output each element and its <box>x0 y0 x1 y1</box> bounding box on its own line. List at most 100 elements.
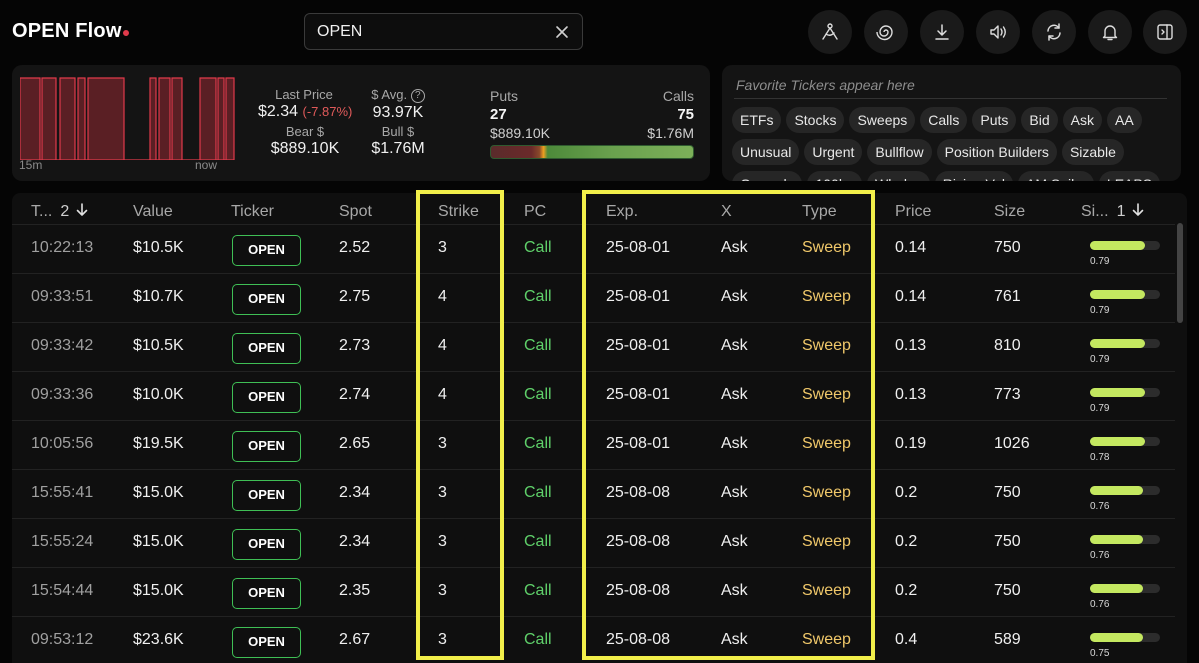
header-size[interactable]: Size <box>994 203 1025 221</box>
sizable-score-fill <box>1090 339 1146 348</box>
time-cell: 15:55:24 <box>31 533 94 550</box>
ticker-badge[interactable]: OPEN <box>232 235 301 266</box>
header-exp[interactable]: Exp. <box>606 203 638 221</box>
filter-chip[interactable]: 100k+ <box>807 171 863 181</box>
header-x[interactable]: X <box>721 203 732 221</box>
sizable-score-fill <box>1090 486 1144 495</box>
refresh-button[interactable] <box>1032 10 1076 54</box>
table-row[interactable]: 15:55:24 $15.0K 2.34 3 Call 25-08-08 Ask Sweep 0… <box>12 518 1175 567</box>
summary-panel: 15m now Last Price $2.34 (-7.87%) $ Avg.… <box>12 65 710 181</box>
calls-label: Calls <box>662 88 694 104</box>
put-call-cell: Call <box>524 337 552 354</box>
ticker-search-input[interactable] <box>317 14 537 49</box>
table-row[interactable]: 15:55:41 $15.0K 2.34 3 Call 25-08-08 Ask Sweep 0… <box>12 469 1175 518</box>
sound-button[interactable] <box>976 10 1020 54</box>
spiral-tool-button[interactable] <box>864 10 908 54</box>
time-cell: 10:22:13 <box>31 239 94 256</box>
strike-cell: 3 <box>438 631 447 648</box>
sizable-score-value: 0.79 <box>1090 305 1110 316</box>
size-cell: 750 <box>994 533 1021 550</box>
filter-chip[interactable]: AA <box>1107 107 1142 133</box>
filter-chip[interactable]: Ask <box>1062 107 1102 133</box>
sizable-score-value: 0.76 <box>1090 501 1110 512</box>
header-sizable[interactable]: Si... 1 <box>1081 203 1145 221</box>
filter-chip[interactable]: Rising Vol <box>934 171 1013 181</box>
chart-tool-button[interactable] <box>808 10 852 54</box>
ticker-badge[interactable]: OPEN <box>232 627 301 658</box>
table-row[interactable]: 10:05:56 $19.5K 2.65 3 Call 25-08-01 Ask Sweep 0… <box>12 420 1175 469</box>
ticker-badge[interactable]: OPEN <box>232 431 301 462</box>
table-row[interactable]: 09:33:51 $10.7K 2.75 4 Call 25-08-01 Ask Sweep 0… <box>12 273 1175 322</box>
arrow-down-icon[interactable] <box>1131 203 1145 217</box>
ticker-badge[interactable]: OPEN <box>232 529 301 560</box>
favorites-divider <box>734 98 1167 99</box>
filter-chip[interactable]: Calls <box>920 107 968 133</box>
header-price[interactable]: Price <box>895 203 931 221</box>
value-cell: $15.0K <box>133 484 184 501</box>
favorites-placeholder: Favorite Tickers appear here <box>736 77 915 93</box>
size-cell: 589 <box>994 631 1021 648</box>
type-cell: Sweep <box>802 582 851 599</box>
notifications-button[interactable] <box>1088 10 1132 54</box>
type-cell: Sweep <box>802 288 851 305</box>
table-row[interactable]: 09:53:12 $23.6K 2.67 3 Call 25-08-08 Ask Sweep 0… <box>12 616 1175 663</box>
filter-chip[interactable]: Bullflow <box>867 139 932 165</box>
price-cell: 0.4 <box>895 631 918 648</box>
puts-label: Puts <box>490 88 519 104</box>
filter-chip[interactable]: Stocks <box>786 107 845 133</box>
header-pc[interactable]: PC <box>524 203 546 221</box>
header-type[interactable]: Type <box>802 203 837 221</box>
expiration-cell: 25-08-08 <box>606 533 671 550</box>
ticker-badge[interactable]: OPEN <box>232 578 301 609</box>
ticker-search[interactable] <box>304 13 583 50</box>
panel-toggle-button[interactable] <box>1143 10 1187 54</box>
filter-chip[interactable]: AM Spike <box>1017 171 1094 181</box>
filter-chip[interactable]: Whales <box>867 171 930 181</box>
header-ticker[interactable]: Ticker <box>231 203 274 221</box>
table-row[interactable]: 09:33:42 $10.5K 2.73 4 Call 25-08-01 Ask Sweep 0… <box>12 322 1175 371</box>
side-cell: Ask <box>721 582 748 599</box>
sizable-score-value: 0.79 <box>1090 403 1110 414</box>
avg-value: 93.97K <box>372 104 424 121</box>
type-cell: Sweep <box>802 631 851 648</box>
header-spot[interactable]: Spot <box>339 203 372 221</box>
table-scrollbar[interactable] <box>1177 223 1183 323</box>
filter-chip[interactable]: Unusual <box>732 139 800 165</box>
filter-chip[interactable]: Sweeps <box>849 107 916 133</box>
header-time[interactable]: T... 2 <box>31 203 89 221</box>
arrow-down-icon[interactable] <box>75 203 89 217</box>
size-cell: 750 <box>994 484 1021 501</box>
bull-value: $1.76M <box>371 140 425 157</box>
help-icon[interactable]: ? <box>410 89 425 103</box>
table-row[interactable]: 10:22:13 $10.5K 2.52 3 Call 25-08-01 Ask Sweep 0… <box>12 224 1175 273</box>
ticker-badge[interactable]: OPEN <box>232 382 301 413</box>
ticker-badge[interactable]: OPEN <box>232 333 301 364</box>
filter-chip[interactable]: Bid <box>1021 107 1058 133</box>
side-cell: Ask <box>721 288 748 305</box>
expiration-cell: 25-08-01 <box>606 435 671 452</box>
sizable-score-value: 0.78 <box>1090 452 1110 463</box>
sizable-score-fill <box>1090 388 1146 397</box>
table-row[interactable]: 15:54:44 $15.0K 2.35 3 Call 25-08-08 Ask Sweep 0… <box>12 567 1175 616</box>
filter-chip[interactable]: Sizable <box>1061 139 1124 165</box>
size-cell: 810 <box>994 337 1021 354</box>
filter-chip[interactable]: ETFs <box>732 107 782 133</box>
header-strike[interactable]: Strike <box>438 203 479 221</box>
last-price-change: (-7.87%) <box>302 104 353 119</box>
filter-chip[interactable]: LEAPS <box>1098 171 1161 181</box>
filter-chip[interactable]: Grenade <box>732 171 803 181</box>
time-cell: 09:33:36 <box>31 386 94 403</box>
table-row[interactable]: 09:33:36 $10.0K 2.74 4 Call 25-08-01 Ask Sweep 0… <box>12 371 1175 420</box>
filter-chip[interactable]: Puts <box>972 107 1017 133</box>
ticker-badge[interactable]: OPEN <box>232 480 301 511</box>
filter-chip[interactable]: Position Builders <box>936 139 1057 165</box>
close-icon[interactable] <box>552 22 572 42</box>
ticker-badge[interactable]: OPEN <box>232 284 301 315</box>
download-button[interactable] <box>920 10 964 54</box>
filter-chip[interactable]: Urgent <box>804 139 863 165</box>
type-cell: Sweep <box>802 337 851 354</box>
side-cell: Ask <box>721 484 748 501</box>
header-value[interactable]: Value <box>133 203 173 221</box>
header-time-sort-order: 2 <box>60 203 70 220</box>
price-cell: 0.2 <box>895 582 918 599</box>
